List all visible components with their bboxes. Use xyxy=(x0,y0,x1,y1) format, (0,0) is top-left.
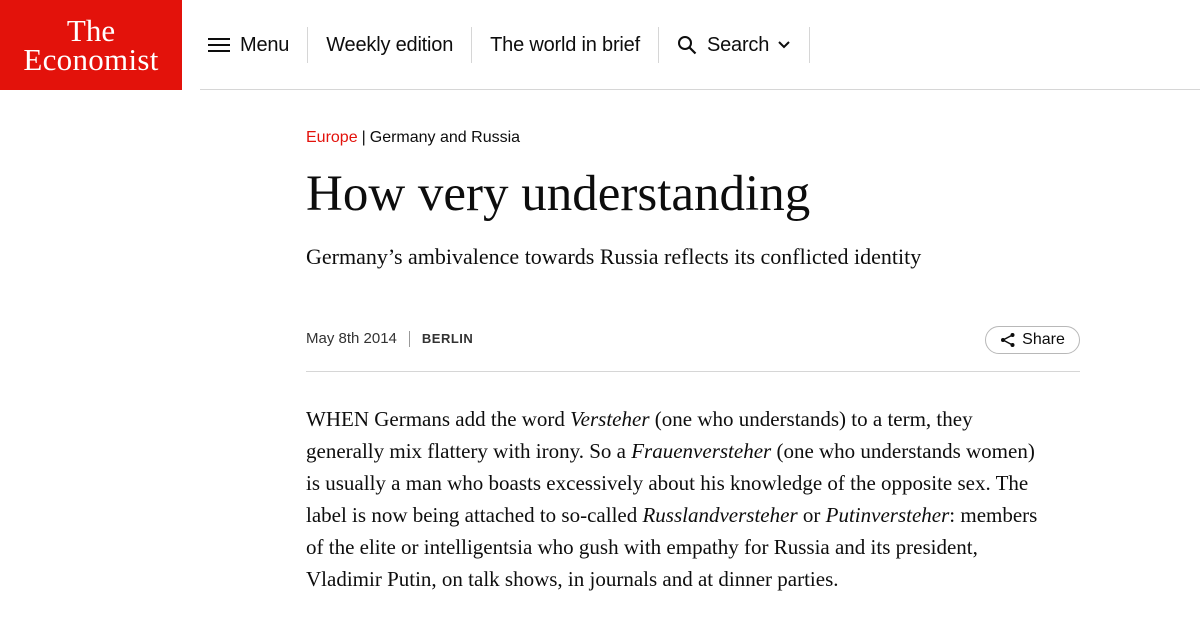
search-label: Search xyxy=(706,33,770,56)
header-divider xyxy=(200,89,1200,90)
share-button[interactable]: Share xyxy=(985,326,1080,354)
rubric-separator: | xyxy=(361,129,366,146)
chevron-down-icon xyxy=(777,40,791,50)
article-headline: How very understanding xyxy=(306,166,811,222)
search-button[interactable]: Search xyxy=(659,27,809,63)
share-label: Share xyxy=(1022,331,1065,348)
economist-logo[interactable]: The Economist xyxy=(0,0,182,90)
nav-divider xyxy=(809,27,811,63)
body-segment-italic: Frauenversteher xyxy=(631,439,772,463)
world-in-brief-link[interactable]: The world in brief xyxy=(472,27,658,63)
body-segment-italic: Russlandversteher xyxy=(642,503,798,527)
section-link[interactable]: Europe xyxy=(306,129,358,146)
weekly-edition-link[interactable]: Weekly edition xyxy=(308,27,471,63)
body-segment: or xyxy=(797,503,826,527)
body-segment: WHEN Germans add the word xyxy=(306,407,571,431)
body-segment-italic: Putinversteher xyxy=(825,503,950,527)
menu-label: Menu xyxy=(240,33,290,56)
meta-divider xyxy=(306,371,1080,372)
topic-label: Germany and Russia xyxy=(369,129,521,146)
article-standfirst: Germany’s ambivalence towards Russia ref… xyxy=(306,244,922,269)
dateline: BERLIN xyxy=(421,331,474,346)
body-segment-italic: Versteher xyxy=(570,407,650,431)
article-body-paragraph: WHEN Germans add the word Versteher (one… xyxy=(306,403,1046,595)
article-rubric: Europe | Germany and Russia xyxy=(306,129,520,147)
article-meta: May 8th 2014 BERLIN xyxy=(306,330,473,347)
hamburger-icon xyxy=(208,37,230,53)
publish-date: May 8th 2014 xyxy=(306,330,397,347)
search-icon xyxy=(677,35,697,55)
logo-text-economist: Economist xyxy=(23,42,159,77)
share-icon xyxy=(1000,332,1016,348)
menu-button[interactable]: Menu xyxy=(182,27,307,63)
meta-separator xyxy=(408,330,410,347)
main-nav: Menu Weekly edition The world in brief S… xyxy=(182,0,811,90)
logo-text-the: The xyxy=(66,13,116,48)
